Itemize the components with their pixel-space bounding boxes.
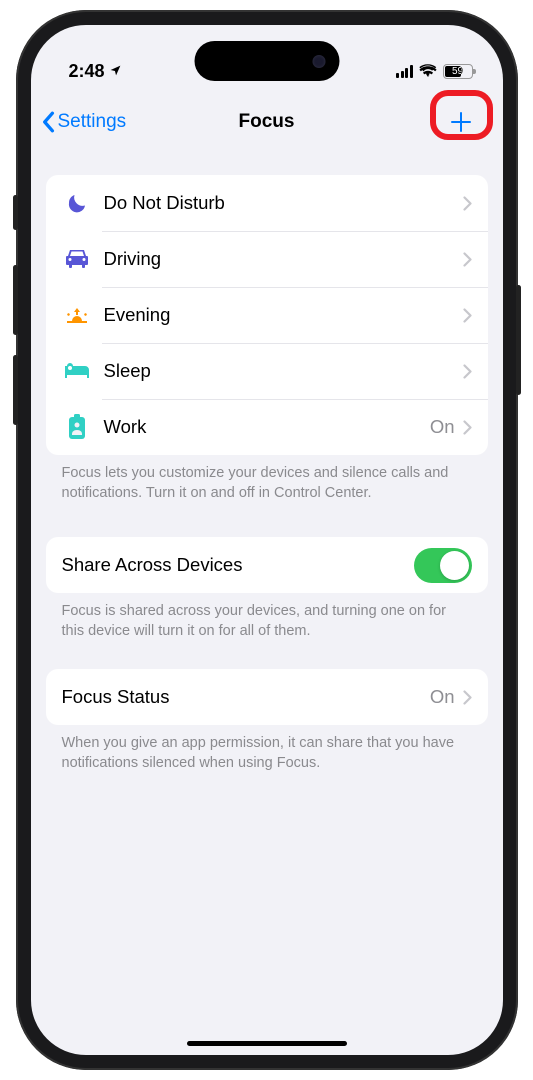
focus-status-group: Focus Status On (46, 669, 488, 725)
page-title: Focus (239, 111, 295, 133)
wifi-icon (419, 61, 437, 82)
moon-icon (62, 188, 92, 218)
share-group: Share Across Devices (46, 537, 488, 593)
plus-icon (449, 110, 473, 134)
power-button (516, 285, 521, 395)
focus-row-label: Work (104, 416, 430, 438)
chevron-right-icon (463, 196, 472, 211)
focus-row-label: Do Not Disturb (104, 192, 463, 214)
chevron-right-icon (463, 420, 472, 435)
status-right: 59 (396, 61, 473, 82)
back-button-label: Settings (58, 111, 127, 133)
screen: 2:48 59 (31, 25, 503, 1055)
sunset-icon (62, 300, 92, 330)
bed-icon (62, 356, 92, 386)
chevron-right-icon (463, 364, 472, 379)
focus-row-work[interactable]: Work On (46, 399, 488, 455)
chevron-left-icon (41, 111, 55, 133)
location-icon (109, 64, 122, 80)
focus-status-row[interactable]: Focus Status On (46, 669, 488, 725)
home-indicator[interactable] (187, 1041, 347, 1046)
focus-row-label: Driving (104, 248, 463, 270)
phone-frame: 2:48 59 (16, 10, 518, 1070)
volume-down-button (13, 355, 18, 425)
share-label: Share Across Devices (62, 554, 414, 576)
focus-status-footer: When you give an app permission, it can … (46, 725, 488, 773)
focus-modes-footer: Focus lets you customize your devices an… (46, 455, 488, 503)
status-time: 2:48 (69, 61, 105, 82)
share-across-devices-row: Share Across Devices (46, 537, 488, 593)
share-footer: Focus is shared across your devices, and… (46, 593, 488, 641)
focus-status-label: Focus Status (62, 686, 430, 708)
battery-percent: 59 (452, 66, 463, 77)
focus-row-label: Evening (104, 304, 463, 326)
content: Do Not Disturb Driving Evening (31, 151, 503, 773)
battery-icon: 59 (443, 64, 473, 79)
mute-switch (13, 195, 18, 230)
share-toggle[interactable] (414, 548, 472, 583)
chevron-right-icon (463, 308, 472, 323)
add-focus-button[interactable] (439, 100, 483, 144)
badge-icon (62, 412, 92, 442)
chevron-right-icon (463, 252, 472, 267)
cellular-icon (396, 65, 413, 78)
focus-modes-group: Do Not Disturb Driving Evening (46, 175, 488, 455)
focus-row-sleep[interactable]: Sleep (46, 343, 488, 399)
focus-status-detail: On (430, 686, 455, 708)
car-icon (62, 244, 92, 274)
nav-bar: Settings Focus (31, 93, 503, 151)
focus-row-evening[interactable]: Evening (46, 287, 488, 343)
volume-up-button (13, 265, 18, 335)
focus-row-detail: On (430, 416, 455, 438)
focus-row-driving[interactable]: Driving (46, 231, 488, 287)
status-left: 2:48 (69, 61, 122, 82)
back-button[interactable]: Settings (41, 111, 127, 133)
dynamic-island (194, 41, 339, 81)
camera-dot (312, 55, 325, 68)
chevron-right-icon (463, 690, 472, 705)
focus-row-label: Sleep (104, 360, 463, 382)
focus-row-do-not-disturb[interactable]: Do Not Disturb (46, 175, 488, 231)
